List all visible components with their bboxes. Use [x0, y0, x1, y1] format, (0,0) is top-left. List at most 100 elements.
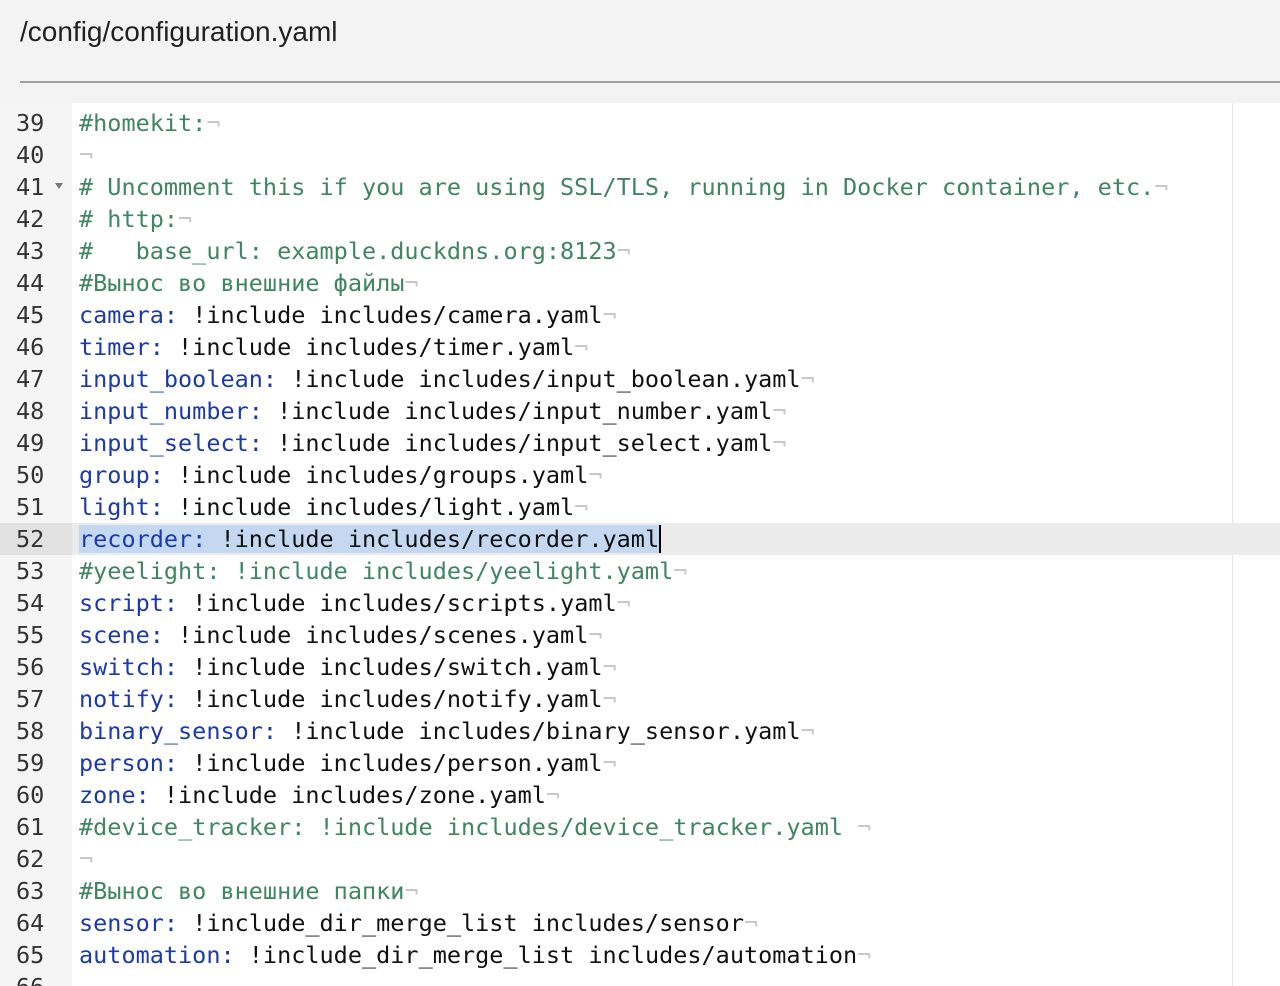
end-of-line-marker: ¬ — [404, 269, 419, 297]
comment-text: # http: — [79, 205, 179, 233]
line-number: 53 — [16, 557, 45, 585]
code-line[interactable]: 52 recorder: !include includes/recorder.y… — [0, 523, 1280, 555]
line-content: notify: !include includes/notify.yaml¬ — [79, 683, 617, 715]
end-of-line-marker: ¬ — [743, 909, 759, 937]
code-line[interactable]: 60 zone: !include includes/zone.yaml¬ — [0, 779, 1280, 811]
header-bar: /config/configuration.yaml — [0, 0, 1280, 103]
end-of-line-marker: ¬ — [404, 877, 419, 905]
end-of-line-marker: ¬ — [616, 589, 631, 617]
code-line[interactable]: 64 sensor: !include_dir_merge_list includ… — [0, 907, 1280, 939]
line-content: ¬ — [79, 139, 93, 171]
yaml-value: !include includes/light.yaml — [163, 493, 575, 521]
code-line[interactable]: 54 script: !include includes/scripts.yaml… — [0, 587, 1280, 619]
code-line[interactable]: 62 ¬ — [0, 843, 1280, 875]
end-of-line-marker: ¬ — [206, 109, 221, 137]
code-line[interactable]: 65 automation: !include_dir_merge_list in… — [0, 939, 1280, 971]
line-number: 60 — [16, 781, 45, 809]
code-line[interactable]: 40 ¬ — [0, 139, 1280, 171]
end-of-line-marker: ¬ — [602, 685, 617, 713]
line-content: script: !include includes/scripts.yaml¬ — [79, 587, 631, 619]
end-of-line-marker: ¬ — [602, 653, 617, 681]
line-content: binary_sensor: !include includes/binary_… — [79, 715, 815, 747]
end-of-line-marker: ¬ — [800, 365, 815, 393]
end-of-line-marker: ¬ — [574, 493, 589, 521]
line-content: input_select: !include includes/input_se… — [79, 427, 786, 459]
line-content: #yeelight: !include includes/yeelight.ya… — [79, 555, 687, 587]
code-line[interactable]: 39 #homekit:¬ — [0, 107, 1280, 139]
end-of-line-marker: ¬ — [588, 461, 603, 489]
line-number: 56 — [16, 653, 45, 681]
end-of-line-marker: ¬ — [588, 621, 603, 649]
line-content: zone: !include includes/zone.yaml¬ — [79, 779, 560, 811]
code-line[interactable]: 44 #Вынос во внешние файлы¬ — [0, 267, 1280, 299]
line-number: 62 — [16, 845, 45, 873]
code-line[interactable]: 43 # base_url: example.duckdns.org:8123¬ — [0, 235, 1280, 267]
line-number: 47 — [16, 365, 45, 393]
line-number: 45 — [16, 301, 45, 329]
line-content: recorder: !include includes/recorder.yam… — [79, 523, 662, 555]
code-line[interactable]: 50 group: !include includes/groups.yaml¬ — [0, 459, 1280, 491]
yaml-key: input_boolean: — [79, 365, 278, 393]
code-line[interactable]: 66 — [0, 971, 1280, 986]
line-content: sensor: !include_dir_merge_list includes… — [79, 907, 758, 939]
code-line[interactable]: 58 binary_sensor: !include includes/binar… — [0, 715, 1280, 747]
end-of-line-marker: ¬ — [602, 749, 617, 777]
line-content: # http:¬ — [79, 203, 192, 235]
code-line[interactable]: 55 scene: !include includes/scenes.yaml¬ — [0, 619, 1280, 651]
code-line[interactable]: 56 switch: !include includes/switch.yaml¬ — [0, 651, 1280, 683]
end-of-line-marker: ¬ — [545, 781, 561, 809]
code-line[interactable]: 45 camera: !include includes/camera.yaml¬ — [0, 299, 1280, 331]
line-number: 63 — [16, 877, 45, 905]
code-line[interactable]: 41 # Uncomment this if you are using SSL/… — [0, 171, 1280, 203]
line-number: 43 — [16, 237, 45, 265]
yaml-value: !include includes/timer.yaml — [163, 333, 575, 361]
line-content: camera: !include includes/camera.yaml¬ — [79, 299, 617, 331]
comment-text: #yeelight: !include includes/yeelight.ya… — [79, 557, 674, 585]
line-number: 52 — [0, 523, 72, 555]
yaml-key: automation: — [79, 941, 235, 969]
code-line[interactable]: 49 input_select: !include includes/input_… — [0, 427, 1280, 459]
yaml-value: !include includes/input_select.yaml — [262, 429, 773, 457]
code-line[interactable]: 53 #yeelight: !include includes/yeelight.… — [0, 555, 1280, 587]
code-line[interactable]: 59 person: !include includes/person.yaml¬ — [0, 747, 1280, 779]
code-line[interactable]: 61 #device_tracker: !include includes/dev… — [0, 811, 1280, 843]
line-content: #Вынос во внешние папки¬ — [79, 875, 419, 907]
yaml-value: !include includes/notify.yaml — [178, 685, 603, 713]
yaml-value: !include includes/zone.yaml — [149, 781, 546, 809]
end-of-line-marker: ¬ — [800, 717, 815, 745]
code-lines[interactable]: 39 #homekit:¬ 40 ¬ 41 # Uncomment this if you… — [0, 107, 1280, 986]
line-number: 48 — [16, 397, 45, 425]
end-of-line-marker: ¬ — [1154, 173, 1169, 201]
yaml-key: scene: — [79, 621, 164, 649]
end-of-line-marker: ¬ — [772, 397, 787, 425]
code-line[interactable]: 48 input_number: !include includes/input_… — [0, 395, 1280, 427]
yaml-key: group: — [79, 461, 164, 489]
code-line[interactable]: 51 light: !include includes/light.yaml¬ — [0, 491, 1280, 523]
yaml-value: !include includes/recorder.yaml — [206, 525, 660, 553]
code-editor[interactable]: 39 #homekit:¬ 40 ¬ 41 # Uncomment this if you… — [0, 103, 1280, 986]
fold-arrow-icon[interactable] — [55, 183, 63, 189]
end-of-line-marker: ¬ — [673, 557, 688, 585]
yaml-key: recorder: — [79, 525, 207, 553]
line-content: group: !include includes/groups.yaml¬ — [79, 459, 603, 491]
yaml-value: !include includes/scripts.yaml — [178, 589, 617, 617]
line-number: 66 — [0, 971, 72, 986]
line-number: 49 — [16, 429, 45, 457]
line-number: 61 — [16, 813, 45, 841]
yaml-value: !include includes/person.yaml — [178, 749, 603, 777]
line-number: 64 — [16, 909, 45, 937]
line-number: 59 — [16, 749, 45, 777]
code-line[interactable]: 42 # http:¬ — [0, 203, 1280, 235]
yaml-value: !include_dir_merge_list includes/sensor — [178, 909, 744, 937]
line-content: automation: !include_dir_merge_list incl… — [79, 939, 871, 971]
code-line[interactable]: 63 #Вынос во внешние папки¬ — [0, 875, 1280, 907]
end-of-line-marker: ¬ — [616, 237, 631, 265]
line-content: light: !include includes/light.yaml¬ — [79, 491, 588, 523]
code-line[interactable]: 47 input_boolean: !include includes/input… — [0, 363, 1280, 395]
code-line[interactable]: 46 timer: !include includes/timer.yaml¬ — [0, 331, 1280, 363]
line-number: 58 — [16, 717, 45, 745]
line-number: 46 — [16, 333, 45, 361]
yaml-key: binary_sensor: — [79, 717, 278, 745]
code-line[interactable]: 57 notify: !include includes/notify.yaml¬ — [0, 683, 1280, 715]
yaml-value: !include includes/switch.yaml — [178, 653, 603, 681]
